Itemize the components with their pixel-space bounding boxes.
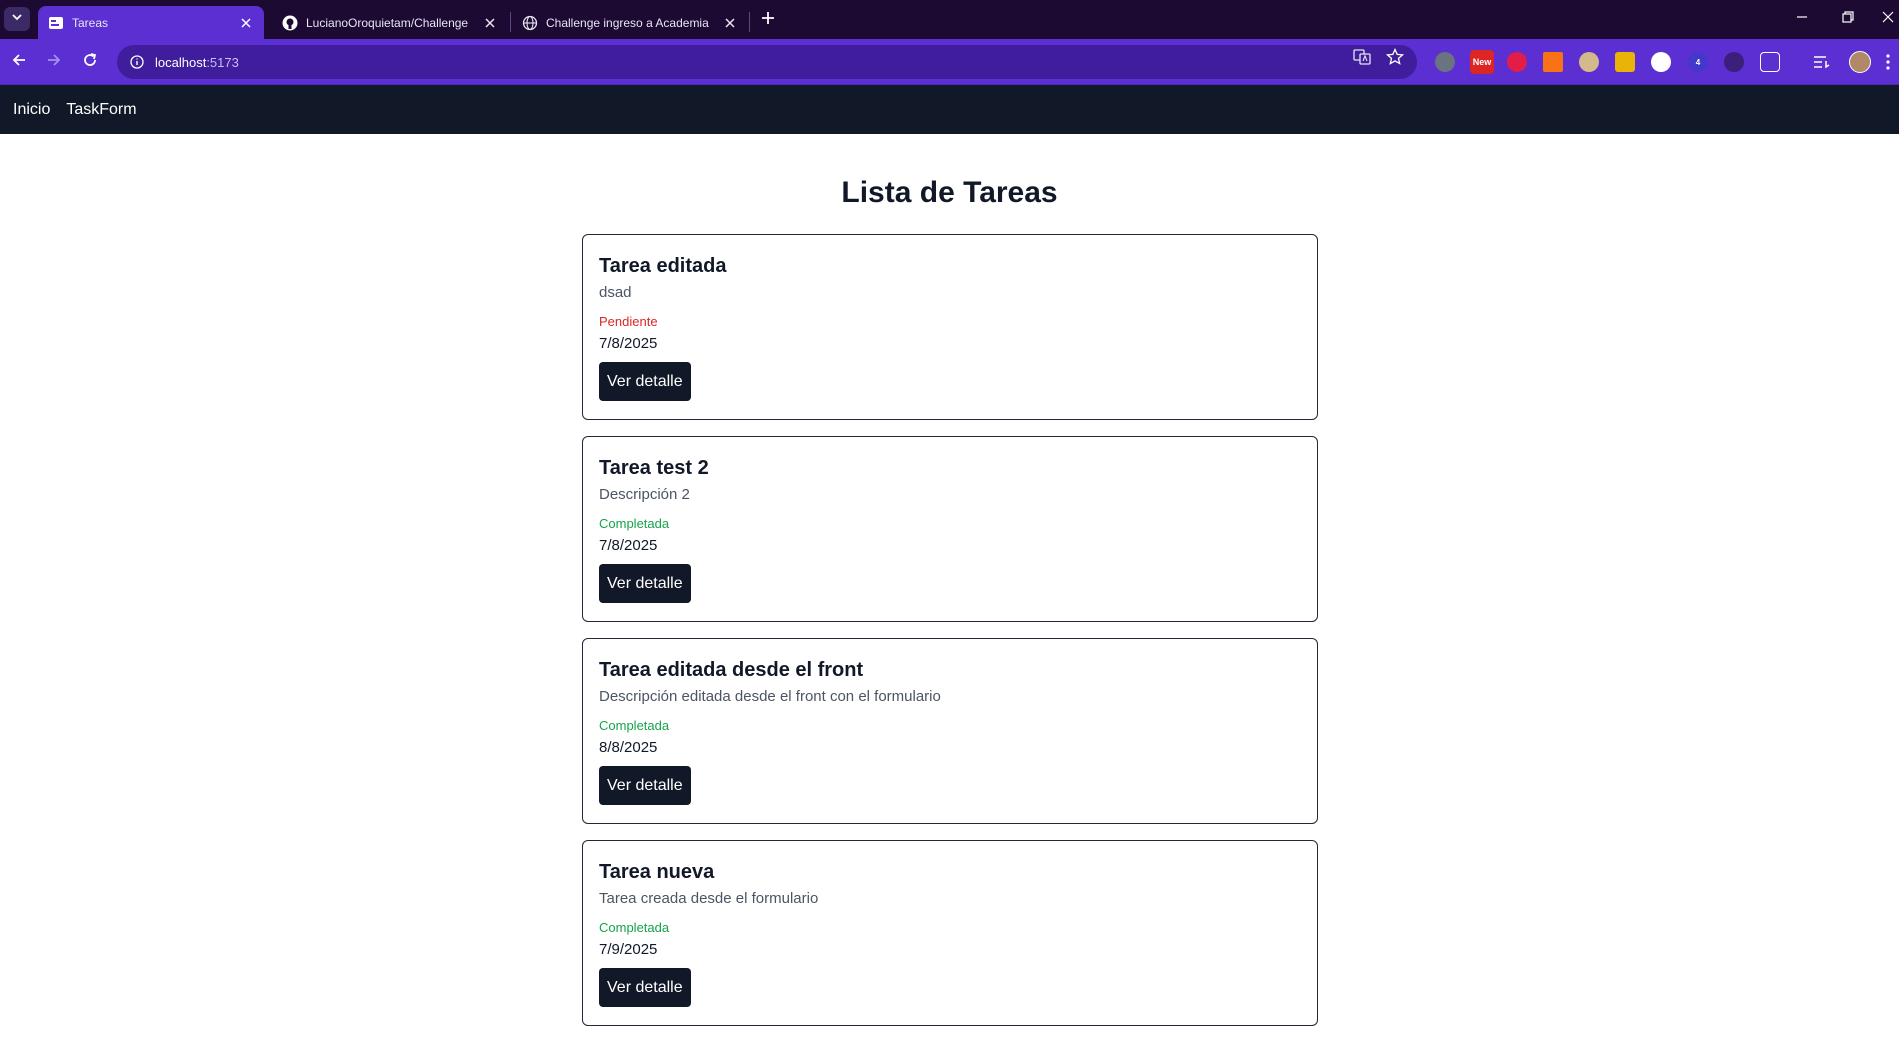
tab-title: LucianoOroquietam/Challenge (306, 15, 469, 30)
tab-separator (510, 12, 511, 32)
restore-icon (1842, 10, 1854, 28)
task-title: Tarea editada desde el front (599, 659, 864, 681)
new-tab-button[interactable] (756, 8, 780, 32)
arrow-right-icon (46, 52, 62, 73)
chevron-down-icon (11, 10, 23, 28)
page-title: Lista de Tareas (841, 176, 1058, 209)
ublock-extension-icon[interactable] (1507, 52, 1527, 72)
task-title: Tarea editada (599, 255, 727, 277)
forward-button[interactable] (40, 48, 68, 76)
task-card: Tarea test 2 Descripción 2 Completada 7/… (582, 436, 1318, 622)
yellow-extension-icon[interactable] (1615, 52, 1635, 72)
task-card: Tarea nueva Tarea creada desde el formul… (582, 840, 1318, 1026)
task-date: 8/8/2025 (599, 739, 658, 756)
circle-extension-icon[interactable] (1651, 52, 1671, 72)
bookmark-star-icon[interactable] (1385, 47, 1405, 67)
task-description: Tarea creada desde el formulario (599, 890, 819, 907)
badge-extension-icon[interactable]: 4 (1688, 52, 1708, 72)
task-status-badge: Completada (599, 920, 670, 935)
minimize-icon (1796, 10, 1808, 28)
plus-icon (761, 11, 775, 30)
face-extension-icon[interactable] (1579, 52, 1599, 72)
github-icon (282, 15, 298, 31)
reload-button[interactable] (76, 48, 104, 76)
arrow-left-icon (11, 52, 27, 73)
play-extension-icon[interactable] (1543, 52, 1563, 72)
app-navbar: Inicio TaskForm (0, 85, 1899, 134)
tab-challenge[interactable]: Challenge ingreso a Academia (512, 6, 748, 39)
tab-separator (749, 12, 750, 32)
close-icon[interactable] (238, 15, 254, 31)
close-icon[interactable] (722, 15, 738, 31)
task-list: Tarea editada dsad Pendiente 7/8/2025 Ve… (582, 234, 1318, 1042)
task-card: Tarea editada dsad Pendiente 7/8/2025 Ve… (582, 234, 1318, 420)
nav-link-taskform[interactable]: TaskForm (66, 101, 136, 119)
task-card: Tarea editada desde el front Descripción… (582, 638, 1318, 824)
shield-extension-icon[interactable] (1435, 52, 1455, 72)
task-description: Descripción editada desde el front con e… (599, 688, 941, 705)
url-text: localhost:5173 (155, 54, 239, 70)
task-description: Descripción 2 (599, 486, 690, 503)
close-icon[interactable] (482, 15, 498, 31)
task-title: Tarea nueva (599, 861, 715, 883)
close-icon (1882, 10, 1894, 28)
puzzle-icon[interactable] (1760, 52, 1780, 72)
browser-tab-strip: Tareas LucianoOroquietam/Challenge Chall… (0, 0, 1899, 39)
task-title: Tarea test 2 (599, 457, 709, 479)
tab-search-button[interactable] (4, 7, 30, 31)
nav-link-inicio[interactable]: Inicio (13, 101, 50, 119)
reload-icon (82, 52, 98, 73)
task-status-badge: Completada (599, 516, 670, 531)
task-status-badge: Completada (599, 718, 670, 733)
site-info-icon[interactable] (127, 52, 147, 72)
new-extension-icon[interactable]: New (1470, 50, 1494, 74)
tab-title: Tareas (72, 15, 109, 30)
reading-list-icon[interactable] (1812, 52, 1832, 72)
view-detail-button[interactable]: Ver detalle (599, 564, 691, 603)
translate-icon[interactable] (1352, 47, 1372, 67)
task-date: 7/9/2025 (599, 941, 658, 958)
tab-tareas[interactable]: Tareas (38, 6, 264, 39)
view-detail-button[interactable]: Ver detalle (599, 362, 691, 401)
task-date: 7/8/2025 (599, 335, 658, 352)
menu-dots-icon[interactable] (1883, 52, 1893, 72)
address-bar[interactable]: localhost:5173 (117, 45, 1417, 79)
close-window-button[interactable] (1877, 6, 1899, 32)
tab-title: Challenge ingreso a Academia (546, 15, 709, 30)
tab-github[interactable]: LucianoOroquietam/Challenge (272, 6, 508, 39)
globe-icon (522, 15, 538, 31)
back-button[interactable] (5, 48, 33, 76)
task-date: 7/8/2025 (599, 537, 658, 554)
task-status-badge: Pendiente (599, 314, 658, 329)
task-description: dsad (599, 284, 632, 301)
view-detail-button[interactable]: Ver detalle (599, 766, 691, 805)
minimize-button[interactable] (1786, 6, 1818, 32)
moon-extension-icon[interactable] (1724, 52, 1744, 72)
page-favicon-icon (48, 15, 64, 31)
restore-button[interactable] (1832, 6, 1864, 32)
view-detail-button[interactable]: Ver detalle (599, 968, 691, 1007)
profile-avatar[interactable] (1849, 51, 1871, 73)
